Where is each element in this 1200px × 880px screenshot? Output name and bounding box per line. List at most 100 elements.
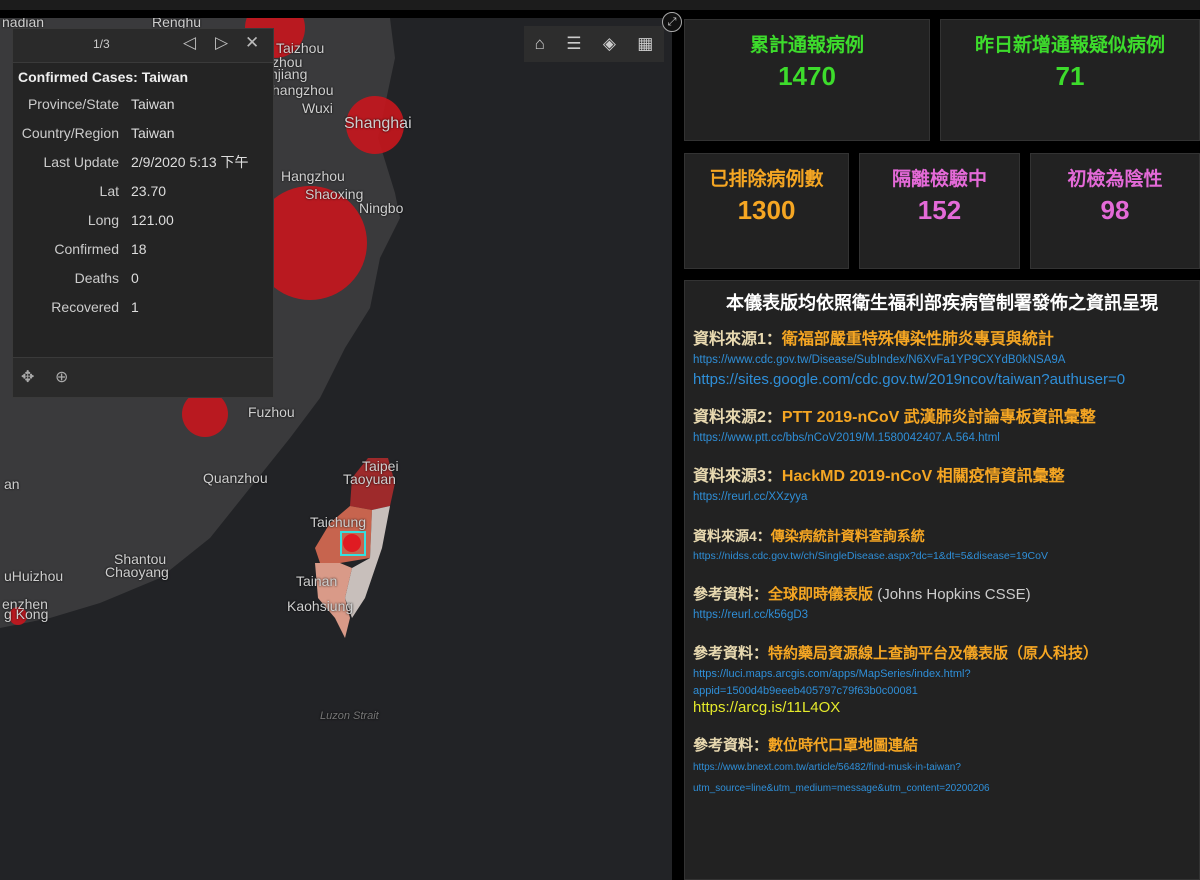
layers-icon[interactable]: ◈ <box>603 34 616 54</box>
source-prefix: 資料來源1： <box>693 331 782 348</box>
map-place-label: Shaoxing <box>305 186 364 202</box>
popup-field-row: Country/Region Taiwan <box>13 124 273 142</box>
reference-title: 數位時代口罩地圖連結 <box>768 737 919 754</box>
field-value: 0 <box>131 270 139 286</box>
basemap-gallery-icon[interactable]: ▦ <box>637 34 653 54</box>
field-value: 1 <box>131 299 139 315</box>
popup-field-row: Province/State Taiwan <box>13 95 273 113</box>
stat-value: 1470 <box>778 61 836 91</box>
map-place-label: Taoyuan <box>343 471 396 487</box>
reference-link-cont[interactable]: utm_source=line&utm_medium=message&utm_c… <box>693 779 1191 798</box>
source-link[interactable]: https://nidss.cdc.gov.tw/ch/SingleDiseas… <box>693 547 1191 566</box>
stat-value: 71 <box>1055 61 1085 91</box>
field-value: Taiwan <box>131 125 175 141</box>
source-link[interactable]: https://sites.google.com/cdc.gov.tw/2019… <box>693 370 1191 389</box>
field-label: Deaths <box>74 270 119 286</box>
map-place-label: Shanghai <box>344 115 412 132</box>
popup-field-row: Recovered 1 <box>13 298 273 316</box>
reference-title: 特約藥局資源線上查詢平台及儀表版（原人科技） <box>768 645 1099 662</box>
field-label: Recovered <box>51 299 119 315</box>
popup-pager: 1/3 <box>93 37 110 51</box>
stat-label: 已排除病例數 <box>709 169 824 190</box>
stat-card-excluded: 已排除病例數 1300 <box>684 153 849 269</box>
field-label: Province/State <box>27 96 119 112</box>
map-place-label: hangzhou <box>272 82 334 98</box>
source-1: 資料來源1：衛福部嚴重特殊傳染性肺炎專頁與統計 https://www.cdc.… <box>693 329 1191 389</box>
field-label: Country/Region <box>21 125 119 141</box>
popup-field-row: Confirmed 18 <box>13 240 273 258</box>
stat-card-new-suspected: 昨日新增通報疑似病例 71 <box>940 19 1200 141</box>
previous-icon[interactable]: ◁ <box>183 33 196 53</box>
stat-card-negative: 初檢為陰性 98 <box>1030 153 1200 269</box>
field-value: 18 <box>131 241 147 257</box>
map-view[interactable]: nadian Renghu Taizhou zhou njiang hangzhou Wux… <box>0 18 672 880</box>
reference-prefix: 參考資料： <box>693 645 769 662</box>
reference-1: 參考資料：全球即時儀表版 (Johns Hopkins CSSE) https:… <box>693 584 1191 625</box>
source-prefix: 資料來源4： <box>693 528 771 544</box>
field-value: 2/9/2020 5:13 下午 <box>131 154 249 170</box>
source-link[interactable]: https://reurl.cc/XXzyya <box>693 488 1191 507</box>
source-3: 資料來源3：HackMD 2019-nCoV 相關疫情資訊彙整 https://… <box>693 466 1191 507</box>
map-place-label: Ningbo <box>359 200 404 216</box>
stat-label: 昨日新增通報疑似病例 <box>974 35 1165 56</box>
source-title: 傳染病統計資料查詢系統 <box>770 528 925 544</box>
map-place-label: g Kong <box>4 606 49 622</box>
info-heading: 本儀表版均依照衛生福利部疾病管制署發佈之資訊呈現 <box>726 293 1158 313</box>
reference-link[interactable]: https://reurl.cc/k56gD3 <box>693 606 1191 625</box>
next-icon[interactable]: ▷ <box>215 33 228 53</box>
map-place-label: Hangzhou <box>281 168 345 184</box>
field-label: Long <box>87 212 119 228</box>
reference-link[interactable]: https://www.bnext.com.tw/article/56482/f… <box>693 757 1191 779</box>
reference-link[interactable]: https://luci.maps.arcgis.com/apps/MapSer… <box>693 665 1191 684</box>
popup-field-row: Deaths 0 <box>13 269 273 287</box>
reference-title: 全球即時儀表版 <box>768 586 874 603</box>
field-value: Taiwan <box>131 96 175 112</box>
stat-value: 1300 <box>737 195 796 225</box>
stat-card-under-testing: 隔離檢驗中 152 <box>859 153 1020 269</box>
top-bar <box>0 0 1200 10</box>
field-label: Lat <box>99 183 119 199</box>
source-4: 資料來源4：傳染病統計資料查詢系統 https://nidss.cdc.gov.… <box>693 525 1191 566</box>
stat-label: 累計通報病例 <box>749 35 864 56</box>
source-2: 資料來源2：PTT 2019-nCoV 武漢肺炎討論專板資訊彙整 https:/… <box>693 407 1191 448</box>
close-icon[interactable]: ✕ <box>245 33 259 53</box>
reference-prefix: 參考資料： <box>693 586 769 603</box>
stat-label: 初檢為陰性 <box>1067 169 1163 190</box>
field-value: 23.70 <box>131 183 167 199</box>
reference-short-link[interactable]: https://arcg.is/11L4OX <box>693 698 1191 717</box>
source-prefix: 資料來源3： <box>693 468 782 485</box>
field-label: Last Update <box>43 154 120 170</box>
field-label: Confirmed <box>54 241 119 257</box>
map-place-label: Kaohsiung <box>287 598 354 614</box>
reference-link-cont[interactable]: appid=1500d4b9eeeb405797c79f63b0c00081 <box>693 684 1191 698</box>
source-link[interactable]: https://www.cdc.gov.tw/Disease/SubIndex/… <box>693 351 1191 370</box>
popup-field-row: Long 121.00 <box>13 211 273 229</box>
stat-label: 隔離檢驗中 <box>891 169 987 190</box>
popup-title: Confirmed Cases: Taiwan <box>18 69 189 85</box>
zoom-to-icon[interactable]: ⊕ <box>55 367 68 387</box>
reference-prefix: 參考資料： <box>693 737 769 754</box>
map-place-label: Tainan <box>296 573 338 589</box>
legend-list-icon[interactable]: ☰ <box>566 34 581 54</box>
case-circle-taiwan <box>343 534 361 552</box>
map-place-label: Luzon Strait <box>320 710 379 722</box>
pan-to-icon[interactable]: ✥ <box>21 367 34 387</box>
map-place-label: an <box>4 476 20 492</box>
feature-popup: 1/3 ◁ ▷ ✕ Confirmed Cases: Taiwan Provin… <box>12 28 274 398</box>
map-place-label: uHuizhou <box>4 568 64 584</box>
home-icon[interactable]: ⌂ <box>535 34 545 54</box>
reference-3: 參考資料：數位時代口罩地圖連結 https://www.bnext.com.tw… <box>693 735 1191 798</box>
source-title: PTT 2019-nCoV 武漢肺炎討論專板資訊彙整 <box>781 409 1096 426</box>
reference-2: 參考資料：特約藥局資源線上查詢平台及儀表版（原人科技） https://luci… <box>693 643 1191 717</box>
field-value: 121.00 <box>131 212 174 228</box>
reference-note: (Johns Hopkins CSSE) <box>877 586 1031 603</box>
source-link[interactable]: https://www.ptt.cc/bbs/nCoV2019/M.158004… <box>693 429 1191 448</box>
map-place-label: Taichung <box>310 514 367 530</box>
map-place-label: Quanzhou <box>203 470 268 486</box>
map-place-label: njiang <box>270 66 308 82</box>
popup-field-row: Lat 23.70 <box>13 182 273 200</box>
expand-icon[interactable]: ⤢ <box>662 12 682 32</box>
source-prefix: 資料來源2： <box>693 409 782 426</box>
popup-field-row: Last Update 2/9/2020 5:13 下午 <box>13 153 273 171</box>
map-place-label: Wuxi <box>302 100 333 116</box>
